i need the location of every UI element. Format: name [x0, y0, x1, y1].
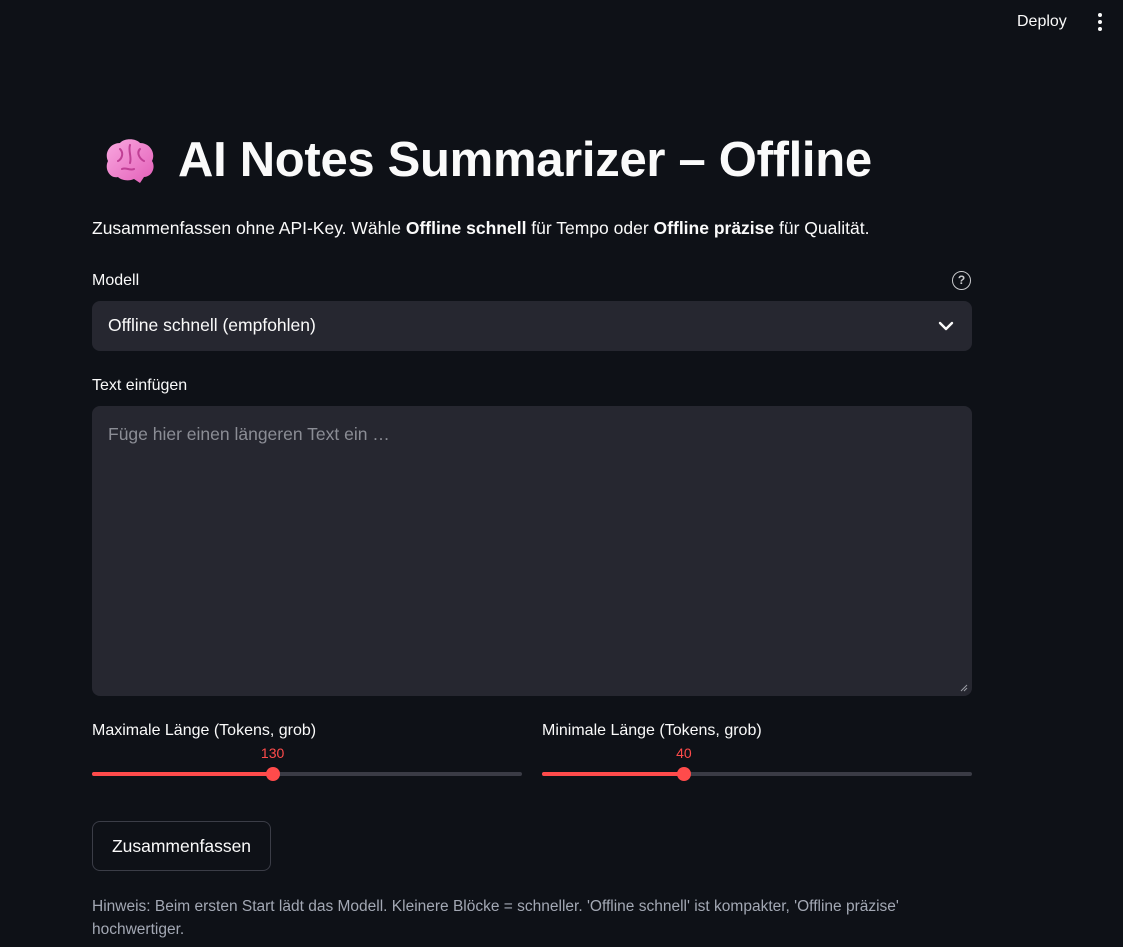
- help-icon[interactable]: ?: [952, 271, 971, 290]
- slider-thumb[interactable]: [676, 767, 691, 781]
- more-vertical-icon-dot: [1098, 27, 1102, 31]
- subtitle: Zusammenfassen ohne API-Key. Wähle Offli…: [92, 218, 869, 239]
- min-length-slider[interactable]: 40: [542, 745, 972, 781]
- hint-text: Hinweis: Beim ersten Start lädt das Mode…: [92, 898, 899, 938]
- slider-value: 130: [260, 745, 285, 761]
- text-input-label: Text einfügen: [92, 377, 188, 394]
- subtitle-text: für Tempo oder: [526, 218, 654, 238]
- slider-fill: [92, 772, 273, 776]
- subtitle-text: Zusammenfassen ohne API-Key. Wähle: [92, 218, 406, 238]
- subtitle-text: für Qualität.: [774, 218, 870, 238]
- slider-fill: [542, 772, 684, 776]
- slider-thumb[interactable]: [265, 767, 280, 781]
- resize-grip-icon[interactable]: [960, 684, 968, 692]
- more-vertical-icon-dot: [1098, 20, 1102, 24]
- main-menu-button[interactable]: [1088, 8, 1112, 36]
- title-text: AI Notes Summarizer – Offline: [178, 133, 872, 187]
- summarize-button[interactable]: Zusammenfassen: [92, 821, 271, 871]
- brain-emoji-icon: [106, 139, 154, 183]
- more-vertical-icon: [1098, 13, 1102, 17]
- min-length-label: Minimale Länge (Tokens, grob): [542, 722, 762, 739]
- model-select-value: Offline schnell (empfohlen): [108, 315, 316, 335]
- max-length-slider[interactable]: 130: [92, 745, 522, 781]
- top-toolbar: Deploy: [0, 0, 1123, 44]
- model-select[interactable]: Offline schnell (empfohlen): [92, 301, 972, 351]
- deploy-button[interactable]: Deploy: [1005, 8, 1079, 36]
- subtitle-bold-fast: Offline schnell: [405, 218, 527, 238]
- subtitle-bold-precise: Offline präzise: [653, 218, 775, 238]
- text-input-area[interactable]: [92, 406, 972, 696]
- slider-value: 40: [676, 745, 692, 761]
- max-length-label: Maximale Länge (Tokens, grob): [92, 722, 317, 739]
- chevron-down-icon: [938, 321, 954, 331]
- page-title: AI Notes Summarizer – Offline: [100, 128, 872, 192]
- model-label: Modell: [92, 272, 140, 289]
